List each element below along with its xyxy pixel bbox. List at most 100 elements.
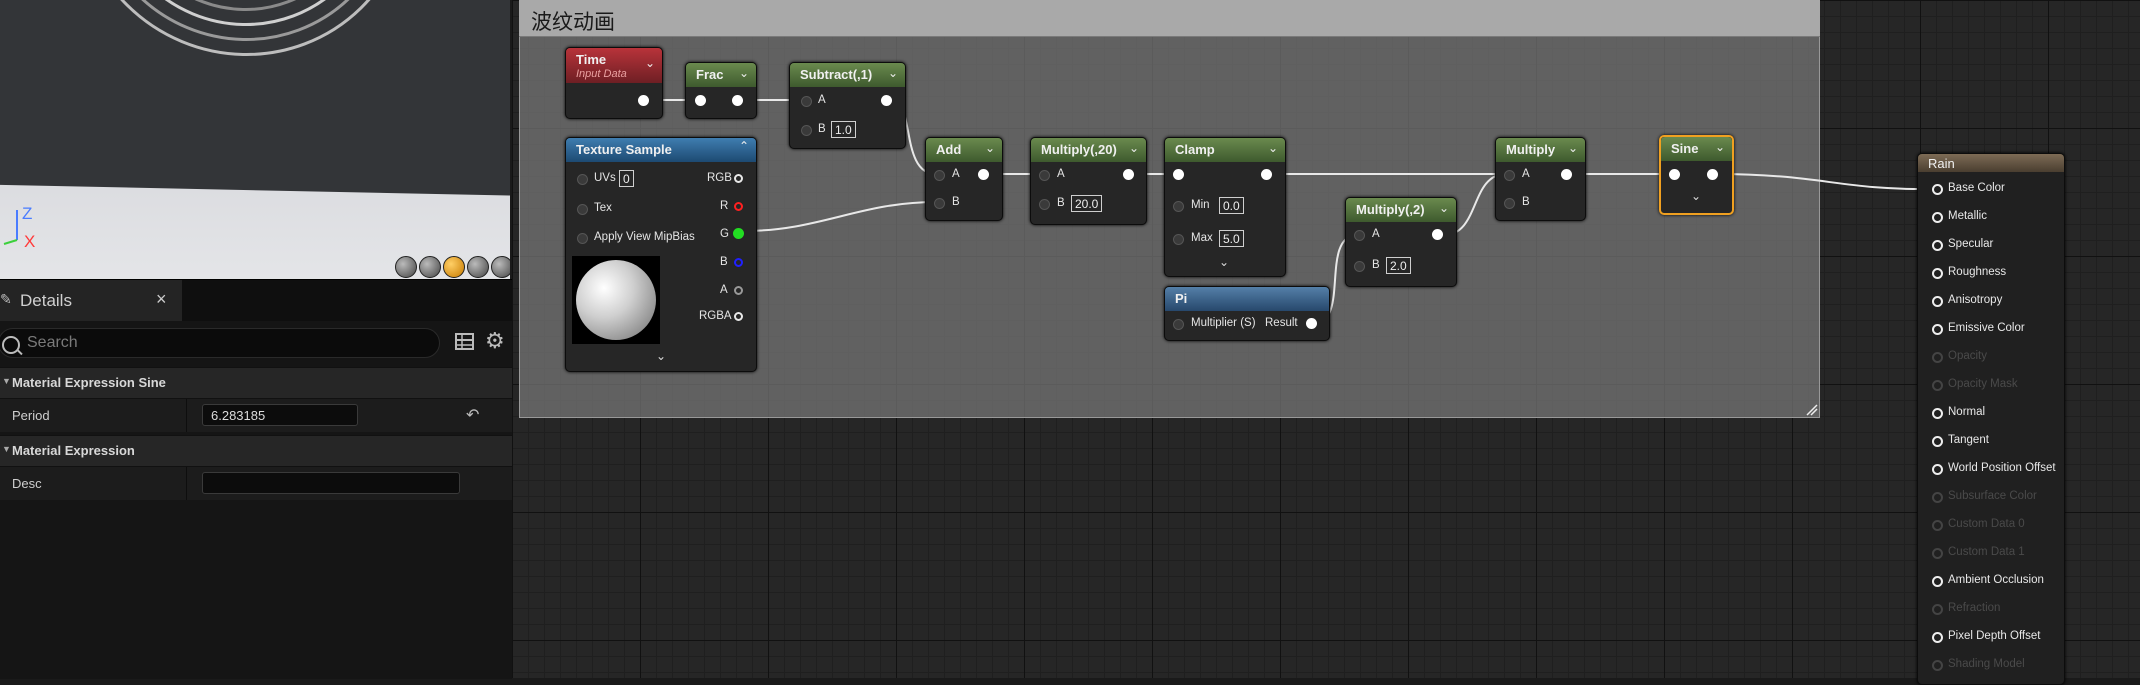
node-title: Pi [1175, 291, 1188, 306]
chevron-down-icon[interactable]: ⌄ [1129, 141, 1139, 155]
input-pin[interactable] [1173, 169, 1184, 180]
input-pin-a[interactable] [1039, 170, 1050, 181]
input-pin-b[interactable] [1504, 198, 1515, 209]
node-multiply-2[interactable]: Multiply(,2) ⌄ A B 2.0 [1345, 197, 1457, 287]
chevron-down-icon[interactable]: ⌄ [739, 66, 749, 80]
output-pin[interactable] [881, 95, 892, 106]
chevron-up-icon[interactable]: ⌃ [739, 139, 749, 153]
input-pin-min[interactable] [1173, 201, 1184, 212]
chevron-down-icon[interactable]: ⌄ [656, 349, 666, 363]
node-header: Multiply ⌄ [1496, 138, 1585, 162]
node-add[interactable]: Add ⌄ A B [925, 137, 1003, 221]
node-header: Subtract(,1) ⌄ [790, 63, 905, 87]
chevron-down-icon[interactable]: ⌄ [985, 141, 995, 155]
output-pin-r[interactable] [734, 202, 743, 211]
input-pin-mipbias[interactable] [577, 233, 588, 244]
input-pin-b[interactable] [1354, 261, 1365, 272]
pin-label: A [1522, 168, 1530, 180]
pin-label: Multiplier (S) [1191, 317, 1256, 329]
result-input-pin[interactable] [1932, 240, 1943, 251]
node-frac[interactable]: Frac ⌄ [685, 62, 757, 119]
output-pin[interactable] [1123, 169, 1134, 180]
input-pin-a[interactable] [1354, 230, 1365, 241]
pin-label: A [952, 168, 960, 180]
b-value-field[interactable]: 20.0 [1071, 195, 1103, 212]
pin-label: Max [1191, 232, 1213, 244]
output-pin[interactable] [732, 95, 743, 106]
output-pin-rgba[interactable] [734, 312, 743, 321]
b-value-field[interactable]: 2.0 [1386, 257, 1411, 274]
node-clamp[interactable]: Clamp ⌄ Min 0.0 Max 5.0 ⌄ [1164, 137, 1286, 277]
node-header: Frac ⌄ [686, 63, 756, 87]
node-title: Clamp [1175, 142, 1215, 157]
input-pin-a[interactable] [1504, 170, 1515, 181]
input-pin-tex[interactable] [577, 204, 588, 215]
chevron-down-icon[interactable]: ⌄ [1439, 201, 1449, 215]
result-input-pin [1932, 548, 1943, 559]
input-pin[interactable] [695, 95, 706, 106]
pin-label: Min [1191, 199, 1210, 211]
output-pin[interactable] [1707, 169, 1718, 180]
chevron-down-icon[interactable]: ⌄ [645, 56, 655, 70]
input-pin[interactable] [1669, 169, 1680, 180]
pin-label: A [1372, 228, 1380, 240]
result-input-pin[interactable] [1932, 632, 1943, 643]
node-title: Multiply [1506, 142, 1556, 157]
input-pin-max[interactable] [1173, 234, 1184, 245]
output-pin-rgb[interactable] [734, 174, 743, 183]
pin-label: RGBA [699, 310, 732, 322]
result-input-pin[interactable] [1932, 324, 1943, 335]
result-pin-label: Specular [1948, 238, 1994, 250]
result-input-pin [1932, 520, 1943, 531]
result-input-pin[interactable] [1932, 408, 1943, 419]
result-input-pin[interactable] [1932, 268, 1943, 279]
output-pin[interactable] [1306, 318, 1317, 329]
chevron-down-icon[interactable]: ⌄ [1715, 140, 1725, 154]
node-subtract[interactable]: Subtract(,1) ⌄ A B 1.0 [789, 62, 906, 149]
node-multiply[interactable]: Multiply ⌄ A B [1495, 137, 1586, 221]
node-title: Sine [1671, 141, 1699, 156]
node-material-result[interactable]: Rain Base Color Metallic Specular Roughness… [1917, 153, 2065, 685]
input-pin-b[interactable] [801, 125, 812, 136]
max-value-field[interactable]: 5.0 [1219, 230, 1244, 247]
output-pin-a[interactable] [734, 286, 743, 295]
result-input-pin[interactable] [1932, 464, 1943, 475]
node-pi[interactable]: Pi Multiplier (S) Result [1164, 286, 1330, 341]
result-input-pin[interactable] [1932, 296, 1943, 307]
output-pin-g[interactable] [733, 228, 744, 239]
node-multiply-20[interactable]: Multiply(,20) ⌄ A B 20.0 [1030, 137, 1147, 225]
result-input-pin [1932, 492, 1943, 503]
result-pin-label: Base Color [1948, 182, 2005, 194]
input-pin-a[interactable] [801, 96, 812, 107]
output-pin[interactable] [1432, 229, 1443, 240]
output-pin-b[interactable] [734, 258, 743, 267]
input-pin-b[interactable] [1039, 199, 1050, 210]
pin-label: B [818, 123, 826, 135]
output-pin[interactable] [978, 169, 989, 180]
chevron-down-icon[interactable]: ⌄ [888, 66, 898, 80]
input-pin-multiplier[interactable] [1173, 319, 1184, 330]
output-pin[interactable] [638, 95, 649, 106]
result-pin-label: Emissive Color [1948, 322, 2025, 334]
result-input-pin[interactable] [1932, 212, 1943, 223]
b-value-field[interactable]: 1.0 [831, 121, 856, 138]
chevron-down-icon[interactable]: ⌄ [1691, 189, 1701, 203]
chevron-down-icon[interactable]: ⌄ [1268, 141, 1278, 155]
result-pin-label: Subsurface Color [1948, 490, 2037, 502]
node-time[interactable]: Time Input Data ⌄ [565, 47, 663, 119]
output-pin[interactable] [1261, 169, 1272, 180]
pin-label: A [818, 94, 826, 106]
uvs-value-field[interactable]: 0 [619, 170, 634, 187]
input-pin-uvs[interactable] [577, 174, 588, 185]
min-value-field[interactable]: 0.0 [1219, 197, 1244, 214]
result-input-pin[interactable] [1932, 436, 1943, 447]
result-input-pin[interactable] [1932, 576, 1943, 587]
input-pin-a[interactable] [934, 170, 945, 181]
node-texture-sample[interactable]: Texture Sample ⌃ UVs 0 Tex Apply View Mi… [565, 137, 757, 372]
input-pin-b[interactable] [934, 198, 945, 209]
node-sine[interactable]: Sine ⌄ ⌄ [1659, 135, 1734, 215]
chevron-down-icon[interactable]: ⌄ [1568, 141, 1578, 155]
result-input-pin[interactable] [1932, 184, 1943, 195]
chevron-down-icon[interactable]: ⌄ [1219, 255, 1229, 269]
output-pin[interactable] [1561, 169, 1572, 180]
